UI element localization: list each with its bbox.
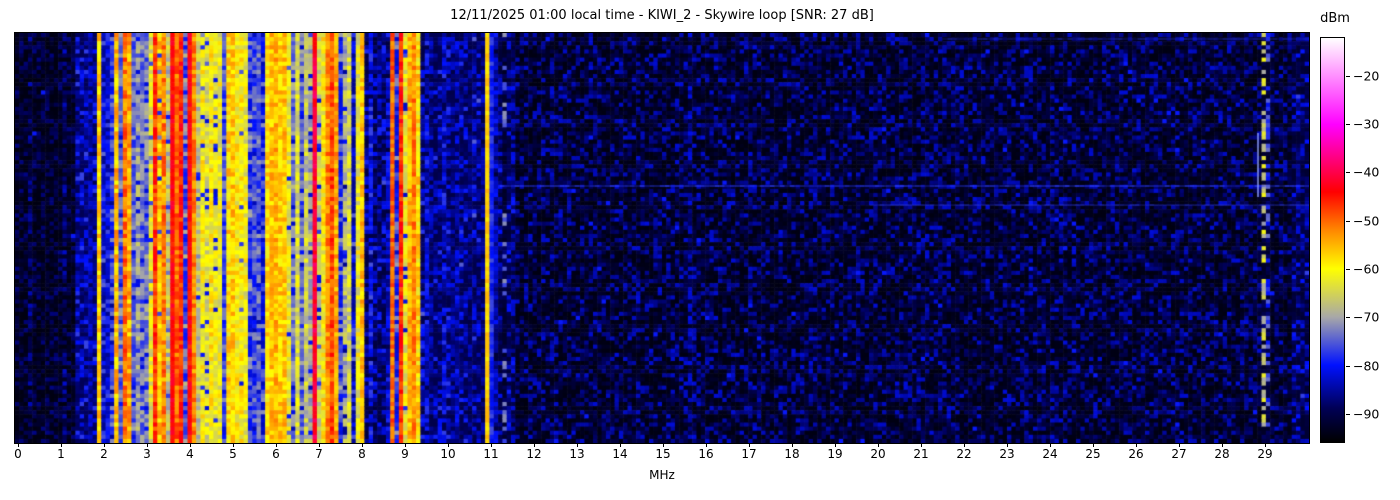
x-tick-label: 21 <box>913 447 929 461</box>
x-tick-label: 18 <box>784 447 800 461</box>
x-tick-label: 23 <box>999 447 1015 461</box>
x-tick-label: 4 <box>186 447 194 461</box>
colorbar-tick-mark <box>1346 414 1350 415</box>
colorbar-tick-label: −80 <box>1353 358 1380 374</box>
x-tick-label: 1 <box>57 447 65 461</box>
x-tick-label: 26 <box>1128 447 1144 461</box>
x-tick-label: 27 <box>1171 447 1187 461</box>
plot-title: 12/11/2025 01:00 local time - KIWI_2 - S… <box>450 8 874 23</box>
x-tick-label: 28 <box>1214 447 1230 461</box>
x-tick-label: 25 <box>1085 447 1101 461</box>
x-axis-label: MHz <box>649 468 675 482</box>
x-tick-label: 9 <box>401 447 409 461</box>
colorbar-tick-label: −70 <box>1353 309 1380 325</box>
x-tick-label: 0 <box>14 447 22 461</box>
x-tick-label: 19 <box>827 447 843 461</box>
x-tick-label: 3 <box>143 447 151 461</box>
x-tick-label: 17 <box>741 447 757 461</box>
colorbar-tick-label: −50 <box>1353 213 1380 229</box>
colorbar-label: dBm <box>1320 11 1350 26</box>
x-tick-label: 7 <box>315 447 323 461</box>
x-tick-label: 16 <box>698 447 714 461</box>
colorbar-gradient <box>1320 37 1345 443</box>
colorbar-tick-label: −40 <box>1353 164 1380 180</box>
x-tick-label: 11 <box>483 447 499 461</box>
colorbar-tick-label: −30 <box>1353 116 1380 132</box>
colorbar-tick-label: −90 <box>1353 406 1380 422</box>
colorbar-tick-label: −60 <box>1353 261 1380 277</box>
colorbar-tick-mark <box>1346 269 1350 270</box>
x-tick-label: 24 <box>1042 447 1058 461</box>
x-tick-label: 13 <box>569 447 585 461</box>
x-tick-label: 6 <box>272 447 280 461</box>
x-tick-label: 29 <box>1257 447 1273 461</box>
x-tick-label: 5 <box>229 447 237 461</box>
x-tick-label: 15 <box>655 447 671 461</box>
x-tick-label: 22 <box>956 447 972 461</box>
colorbar-tick-mark <box>1346 172 1350 174</box>
x-tick-label: 12 <box>526 447 542 461</box>
colorbar-tick-mark <box>1346 365 1350 367</box>
colorbar-tick-mark <box>1346 220 1350 222</box>
colorbar-tick-mark <box>1346 317 1350 319</box>
x-tick-label: 20 <box>870 447 886 461</box>
colorbar-tick-mark <box>1346 124 1350 125</box>
x-tick-label: 8 <box>358 447 366 461</box>
colorbar-tick-label: −20 <box>1353 68 1380 84</box>
x-tick-label: 14 <box>612 447 628 461</box>
x-tick-label: 10 <box>440 447 456 461</box>
colorbar-tick-mark <box>1346 75 1350 77</box>
spectrogram-canvas <box>15 33 1309 443</box>
x-tick-label: 2 <box>100 447 108 461</box>
waterfall-figure: 12/11/2025 01:00 local time - KIWI_2 - S… <box>0 0 1400 500</box>
